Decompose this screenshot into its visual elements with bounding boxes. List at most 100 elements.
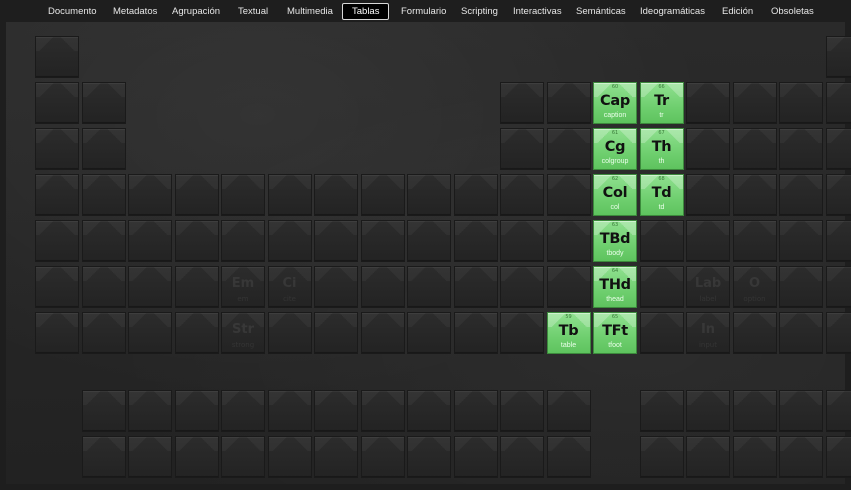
element-number: 61 [611, 130, 619, 136]
dimmed-symbol: Str [232, 322, 254, 337]
empty-element-cell [407, 174, 451, 216]
element-symbol: Th [651, 139, 672, 155]
empty-element-cell [453, 390, 498, 432]
element-number: 63 [611, 222, 619, 228]
element-tag-name: tr [659, 112, 664, 119]
empty-element-cell [686, 82, 730, 124]
nav-item-ideogramaticas[interactable]: Ideogramáticas [640, 4, 705, 19]
empty-element-cell [407, 266, 451, 308]
empty-element-cell [500, 82, 544, 124]
empty-element-cell [35, 128, 79, 170]
empty-element-cell [825, 312, 851, 354]
empty-element-cell [81, 266, 126, 308]
dimmed-element-label: Ci cite [268, 266, 312, 308]
category-nav: Documento Metadatos Agrupación Textual Multi… [0, 0, 851, 22]
dimmed-element-label: Str strong [221, 312, 265, 354]
empty-element-cell [779, 220, 823, 262]
dimmed-element-label: Lab label [686, 266, 730, 308]
element-symbol: Cap [600, 93, 630, 109]
empty-element-cell [500, 220, 544, 262]
empty-element-cell [35, 266, 79, 308]
dimmed-element-label: In input [686, 312, 730, 354]
empty-element-cell [128, 174, 172, 216]
empty-element-cell [221, 220, 265, 262]
dimmed-tag-name: em [237, 295, 249, 303]
nav-item-edicion[interactable]: Edición [722, 4, 753, 19]
element-td[interactable]: 68 Td td [639, 174, 684, 216]
element-number: 59 [565, 314, 572, 320]
periodic-table-board: 60 Cap caption 66 Tr tr 61 Cg colgroup 67 Th th 62 Co… [6, 22, 851, 484]
empty-element-cell [314, 220, 358, 262]
nav-item-scripting[interactable]: Scripting [461, 4, 498, 19]
element-col[interactable]: 62 Col col [593, 174, 637, 216]
empty-element-cell [81, 312, 126, 354]
empty-element-cell [732, 436, 777, 478]
nav-item-textual[interactable]: Textual [238, 4, 268, 19]
empty-element-cell [732, 174, 777, 216]
nav-item-multimedia[interactable]: Multimedia [287, 4, 333, 19]
element-colgroup[interactable]: 61 Cg colgroup [593, 128, 637, 170]
empty-element-cell [825, 220, 851, 262]
empty-element-cell [267, 436, 312, 478]
element-tag-name: table [560, 342, 577, 349]
empty-element-cell [81, 174, 126, 216]
element-symbol: THd [599, 277, 631, 293]
empty-element-cell [453, 436, 498, 478]
empty-element-cell [686, 128, 730, 170]
element-symbol: TFt [602, 323, 628, 339]
empty-element-cell [732, 128, 777, 170]
empty-element-cell [546, 220, 591, 262]
dimmed-symbol: Ci [282, 276, 297, 291]
element-table[interactable]: 59 Tb table [546, 312, 591, 354]
empty-element-cell [639, 312, 684, 354]
element-number: 64 [611, 268, 619, 274]
empty-element-cell [779, 128, 823, 170]
element-symbol: Tb [558, 323, 579, 339]
empty-element-cell [732, 312, 777, 354]
element-thead[interactable]: 64 THd thead [593, 266, 637, 308]
empty-element-cell [81, 82, 126, 124]
empty-element-cell [500, 436, 544, 478]
element-number: 66 [658, 84, 665, 90]
element-number: 65 [611, 314, 619, 320]
empty-element-cell [128, 312, 172, 354]
nav-item-semanticas[interactable]: Semánticas [576, 4, 626, 19]
element-tag-name: thead [606, 296, 624, 303]
element-tbody[interactable]: 63 TBd tbody [593, 220, 637, 262]
empty-element-cell [453, 174, 498, 216]
element-number: 68 [658, 176, 665, 182]
dimmed-tag-name: option [743, 295, 766, 303]
nav-item-tablas[interactable]: Tablas [342, 3, 390, 20]
element-tag-name: col [610, 204, 620, 211]
empty-element-cell [732, 390, 777, 432]
empty-element-cell [267, 390, 312, 432]
empty-element-cell [221, 390, 265, 432]
empty-element-cell [221, 174, 265, 216]
empty-element-cell [407, 436, 451, 478]
element-tr[interactable]: 66 Tr tr [639, 82, 684, 124]
element-tfoot[interactable]: 65 TFt tfoot [593, 312, 637, 354]
nav-item-interactivas[interactable]: Interactivas [513, 4, 562, 19]
nav-item-metadatos[interactable]: Metadatos [113, 4, 157, 19]
element-tag-name: colgroup [601, 158, 629, 165]
empty-element-cell [686, 390, 730, 432]
element-caption[interactable]: 60 Cap caption [593, 82, 637, 124]
empty-element-cell [779, 266, 823, 308]
element-tag-name: caption [603, 112, 627, 119]
element-number: 62 [611, 176, 619, 182]
empty-element-cell [81, 220, 126, 262]
nav-item-agrupacion[interactable]: Agrupación [172, 4, 220, 19]
empty-element-cell [546, 174, 591, 216]
empty-element-cell [314, 390, 358, 432]
nav-item-obsoletas[interactable]: Obsoletas [771, 4, 814, 19]
dimmed-symbol: O [748, 276, 761, 291]
empty-element-cell [221, 436, 265, 478]
empty-element-cell [81, 436, 126, 478]
element-th[interactable]: 67 Th th [639, 128, 684, 170]
empty-element-cell [174, 266, 219, 308]
nav-item-documento[interactable]: Documento [48, 4, 97, 19]
empty-element-cell [825, 174, 851, 216]
element-number: 60 [611, 84, 619, 90]
nav-item-formulario[interactable]: Formulario [401, 4, 446, 19]
element-symbol: Col [602, 185, 628, 201]
